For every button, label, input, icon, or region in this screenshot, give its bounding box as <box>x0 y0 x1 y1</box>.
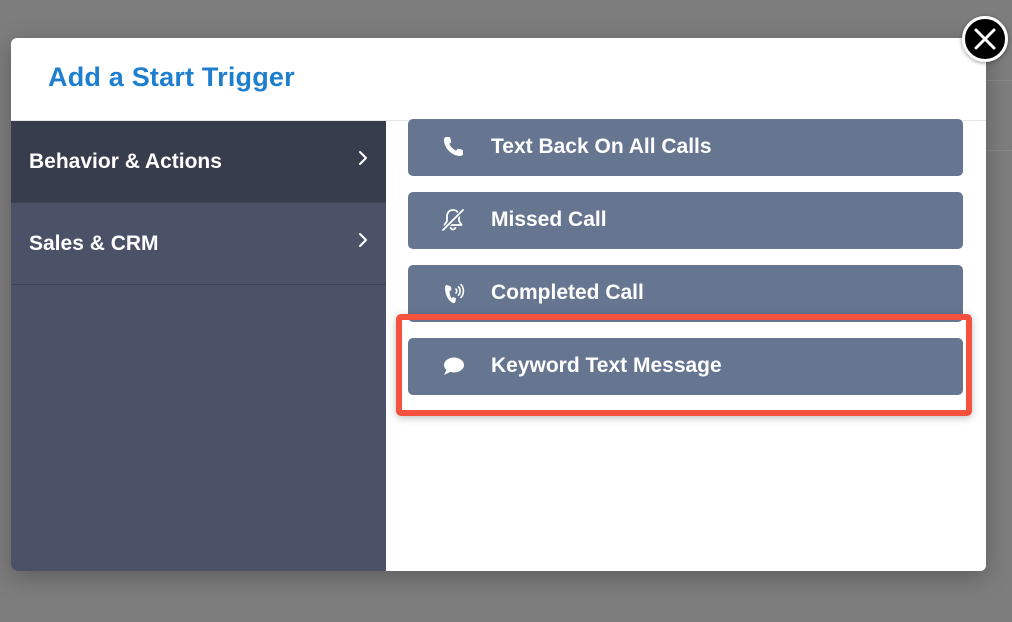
close-icon <box>974 28 996 50</box>
trigger-label: Completed Call <box>491 281 644 304</box>
start-trigger-modal: Add a Start Trigger Behavior & Actions S… <box>11 38 986 571</box>
trigger-label: Missed Call <box>491 208 607 231</box>
phone-volume-icon <box>445 283 465 304</box>
sidebar-item-sales-crm[interactable]: Sales & CRM <box>11 203 386 285</box>
sidebar-item-label: Sales & CRM <box>29 232 159 255</box>
chevron-right-icon <box>359 233 367 247</box>
modal-title: Add a Start Trigger <box>48 62 295 92</box>
bell-slash-icon <box>441 208 465 232</box>
background-divider <box>986 150 1012 151</box>
trigger-keyword-text-message[interactable]: Keyword Text Message <box>408 338 963 395</box>
sidebar-item-behavior-actions[interactable]: Behavior & Actions <box>11 121 386 203</box>
trigger-label: Text Back On All Calls <box>491 135 712 158</box>
comment-icon <box>444 357 464 375</box>
phone-icon <box>444 137 463 156</box>
trigger-missed-call[interactable]: Missed Call <box>408 192 963 249</box>
trigger-list: Text Back On All Calls Missed Call Compl… <box>386 119 986 571</box>
trigger-label: Keyword Text Message <box>491 354 722 377</box>
trigger-text-back-on-all-calls[interactable]: Text Back On All Calls <box>408 119 963 176</box>
sidebar-item-label: Behavior & Actions <box>29 150 222 173</box>
modal-header: Add a Start Trigger <box>11 38 986 121</box>
chevron-right-icon <box>359 151 367 165</box>
category-sidebar: Behavior & Actions Sales & CRM <box>11 121 386 571</box>
trigger-completed-call[interactable]: Completed Call <box>408 265 963 322</box>
close-button[interactable] <box>962 16 1008 62</box>
background-divider <box>986 80 1012 81</box>
